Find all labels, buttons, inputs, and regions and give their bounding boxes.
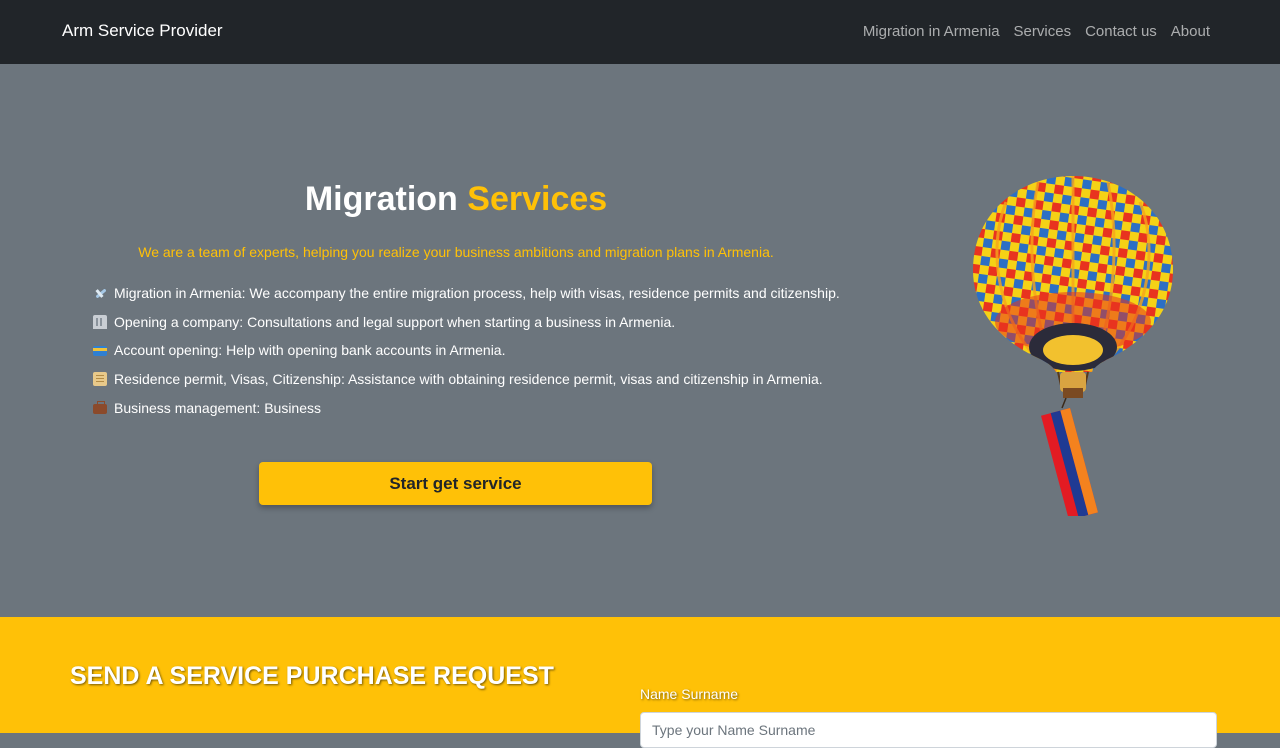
service-item-text: Opening a company: Consultations and leg… [114, 313, 676, 330]
start-service-button[interactable]: Start get service [259, 462, 652, 505]
nav-link-migration[interactable]: Migration in Armenia [863, 23, 1000, 40]
hero-section: Migration Services We are a team of expe… [0, 64, 1280, 617]
navbar: Arm Service Provider Migration in Armeni… [0, 0, 1280, 64]
office-building-icon [93, 314, 107, 329]
purchase-request-section: SEND A SERVICE PURCHASE REQUEST Name Sur… [0, 617, 1280, 748]
hero-title: Migration Services [0, 180, 912, 219]
nav-link-about[interactable]: About [1171, 23, 1210, 40]
request-title: SEND A SERVICE PURCHASE REQUEST [70, 662, 554, 690]
airplane-icon [93, 286, 107, 300]
briefcase-icon [93, 401, 107, 415]
service-item: Opening a company: Consultations and leg… [93, 308, 840, 337]
credit-card-icon [93, 346, 107, 357]
service-item-text: Migration in Armenia: We accompany the e… [114, 285, 840, 302]
nav-link-services[interactable]: Services [1014, 23, 1072, 40]
service-item: Account opening: Help with opening bank … [93, 336, 840, 365]
name-surname-label: Name Surname [640, 686, 739, 702]
service-item-text: Residence permit, Visas, Citizenship: As… [114, 371, 823, 388]
name-surname-input[interactable] [640, 712, 1217, 748]
nav-link-contact[interactable]: Contact us [1085, 23, 1157, 40]
brand-link[interactable]: Arm Service Provider [62, 21, 223, 41]
hero-tagline: We are a team of experts, helping you re… [138, 244, 774, 260]
service-item: Migration in Armenia: We accompany the e… [93, 279, 840, 308]
service-list: Migration in Armenia: We accompany the e… [93, 279, 840, 422]
scroll-icon [93, 372, 107, 387]
service-item-text: Account opening: Help with opening bank … [114, 342, 506, 359]
hot-air-balloon-image [973, 176, 1173, 516]
hero-title-accent: Services [467, 180, 608, 218]
nav-links: Migration in Armenia Services Contact us… [863, 23, 1210, 40]
service-item: Business management: Business [93, 393, 840, 422]
service-item: Residence permit, Visas, Citizenship: As… [93, 365, 840, 394]
service-item-text: Business management: Business [114, 399, 321, 416]
hero-title-main: Migration [304, 180, 458, 218]
